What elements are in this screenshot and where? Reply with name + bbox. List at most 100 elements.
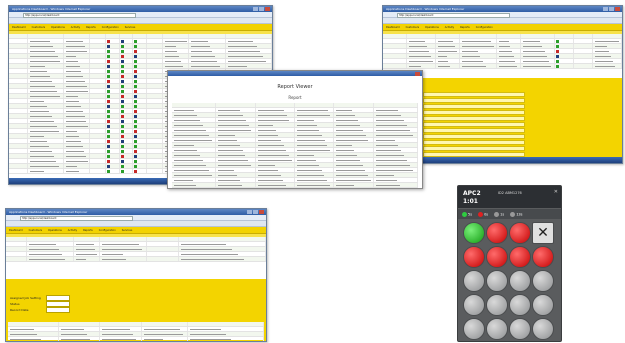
address-bar[interactable]: http://apps.local/dashboard [6, 215, 266, 221]
minimize-icon[interactable] [253, 7, 258, 11]
table-cell [593, 39, 622, 43]
maximize-icon[interactable] [259, 7, 264, 11]
table-cell [120, 99, 134, 103]
menu-item[interactable]: Configuration [102, 26, 119, 29]
panel-field[interactable] [423, 122, 525, 127]
device-button[interactable] [509, 246, 531, 268]
device-button[interactable] [532, 294, 554, 316]
table-cell [64, 34, 91, 38]
cell-text-line [189, 338, 232, 340]
menu-item[interactable]: Activity [71, 26, 80, 29]
cell-text-line [76, 243, 94, 245]
menu-item[interactable]: Dashboard [386, 26, 400, 29]
menu-item[interactable]: Dashboard [9, 229, 23, 232]
close-icon[interactable] [615, 7, 620, 11]
device-button[interactable] [463, 294, 485, 316]
table-row[interactable] [172, 183, 418, 188]
panel-field[interactable] [423, 134, 525, 139]
menu-item[interactable]: Customers [32, 26, 45, 29]
device-button[interactable] [486, 246, 508, 268]
device-button[interactable] [509, 270, 531, 292]
cell-text-line [297, 119, 314, 121]
close-icon[interactable] [415, 72, 420, 76]
table-cell [133, 104, 148, 108]
panel-field[interactable] [423, 128, 525, 133]
status-marker-icon [134, 170, 138, 173]
cell-text-line [10, 328, 34, 330]
status-item: 13s [510, 211, 522, 217]
menu-item[interactable]: Customers [29, 229, 42, 232]
menu-item[interactable]: Services [122, 229, 133, 232]
menu-item[interactable]: Reports [86, 26, 96, 29]
panel-field[interactable] [423, 110, 525, 115]
cell-text-line [29, 55, 58, 57]
close-icon[interactable] [265, 7, 270, 11]
cell-text-line [375, 134, 414, 136]
cell-text-line [257, 149, 287, 151]
table-row[interactable] [383, 64, 622, 69]
table-cell [28, 119, 64, 123]
device-button[interactable] [486, 318, 508, 340]
device-button[interactable] [463, 222, 485, 244]
panel-field[interactable] [423, 104, 525, 109]
panel-field[interactable] [423, 116, 525, 121]
panel-field[interactable] [423, 92, 525, 97]
close-icon[interactable] [259, 210, 264, 214]
menu-item[interactable]: Activity [445, 26, 454, 29]
maximize-icon[interactable] [609, 7, 614, 11]
menu-item[interactable]: Dashboard [12, 26, 26, 29]
address-input[interactable]: http://apps.local/dashboard [20, 216, 133, 221]
cancel-button[interactable]: ✕ [532, 222, 554, 244]
table-cell [216, 123, 256, 127]
panel-field[interactable] [423, 140, 525, 145]
menu-item[interactable]: Operations [48, 229, 62, 232]
table-cell [295, 133, 335, 137]
form-input[interactable] [46, 307, 70, 313]
minimize-icon[interactable] [603, 7, 608, 11]
device-button[interactable] [463, 246, 485, 268]
table-cell [27, 237, 75, 241]
cell-text-line [409, 60, 433, 62]
address-bar[interactable]: http://apps.local/dashboard [383, 12, 622, 18]
address-bar[interactable]: http://apps.local/dashboard [9, 12, 272, 18]
device-button[interactable] [463, 318, 485, 340]
table-row[interactable] [6, 257, 266, 262]
menu-item[interactable]: Operations [51, 26, 65, 29]
cell-text-line [375, 164, 410, 166]
device-button[interactable] [532, 270, 554, 292]
menu-item[interactable]: Configuration [476, 26, 493, 29]
device-button[interactable] [532, 246, 554, 268]
menu-item[interactable]: Operations [425, 26, 439, 29]
menu-item[interactable]: Configuration [99, 229, 116, 232]
cell-text-line [218, 139, 238, 141]
device-button[interactable] [463, 270, 485, 292]
status-marker-icon [107, 90, 111, 93]
menu-item[interactable]: Activity [68, 229, 77, 232]
maximize-icon[interactable] [253, 210, 258, 214]
address-input[interactable]: http://apps.local/dashboard [23, 13, 136, 18]
device-button[interactable] [532, 318, 554, 340]
device-button[interactable] [486, 270, 508, 292]
device-button[interactable] [509, 294, 531, 316]
table-cell [147, 69, 164, 73]
table-cell [64, 89, 91, 93]
device-button[interactable] [486, 294, 508, 316]
menu-item[interactable]: Reports [83, 229, 93, 232]
device-button[interactable] [509, 222, 531, 244]
panel-field[interactable] [423, 98, 525, 103]
close-icon[interactable]: ✕ [554, 189, 558, 195]
minimize-icon[interactable] [247, 210, 252, 214]
table-cell [295, 153, 335, 157]
table-cell [6, 252, 28, 256]
menu-item[interactable]: Customers [406, 26, 419, 29]
menu-item[interactable]: Services [125, 26, 136, 29]
device-button[interactable] [509, 318, 531, 340]
table-row[interactable] [8, 337, 264, 341]
status-marker-icon [120, 125, 124, 128]
device-button[interactable] [486, 222, 508, 244]
cell-text-line [180, 258, 244, 260]
address-input[interactable]: http://apps.local/dashboard [397, 13, 510, 18]
cell-text-line [174, 114, 198, 116]
panel-field[interactable] [423, 146, 525, 151]
menu-item[interactable]: Reports [460, 26, 470, 29]
